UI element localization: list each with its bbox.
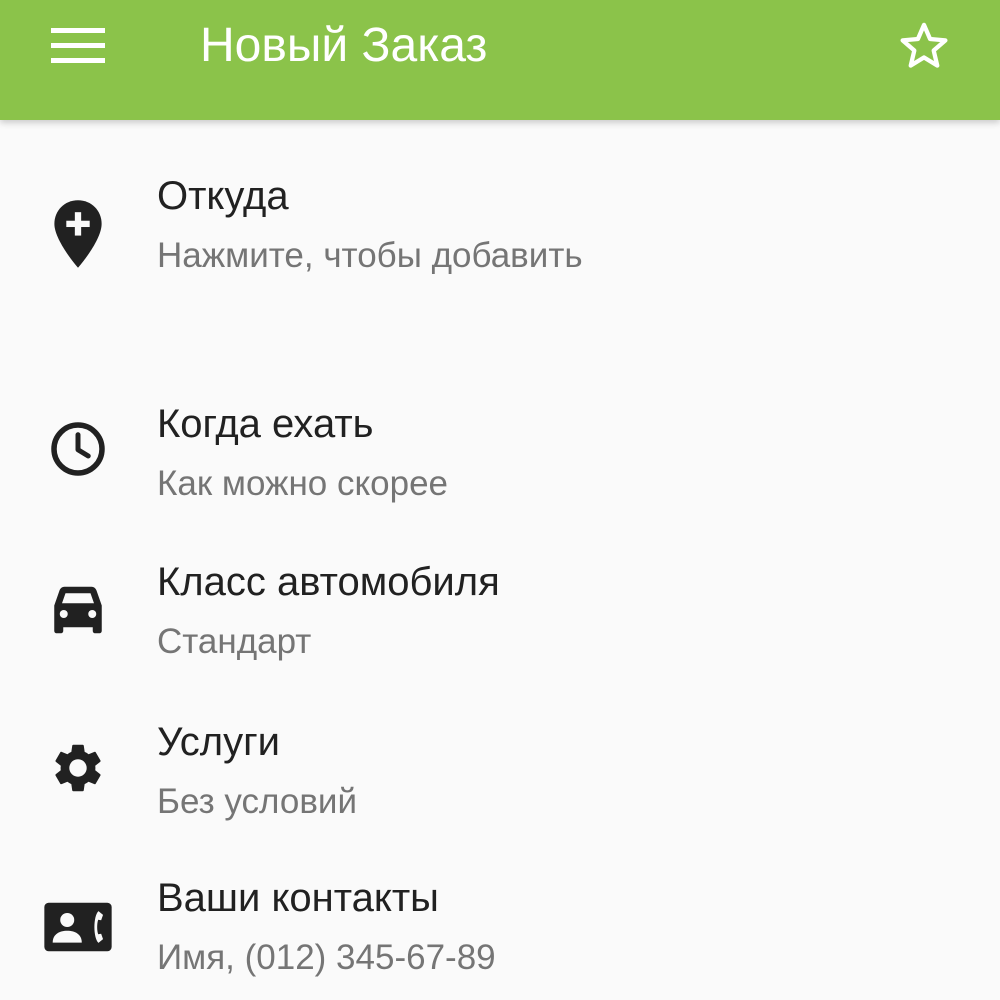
page-title: Новый Заказ — [200, 19, 488, 72]
contacts-item[interactable]: Ваши контакты Имя, (012) 345-67-89 — [0, 866, 1000, 1000]
departure-time-item[interactable]: Когда ехать Как можно скорее — [0, 390, 1000, 520]
new-order-screen: Новый Заказ Откуда Нажмите, чтобы добави… — [0, 0, 1000, 1000]
favorite-button[interactable] — [888, 12, 960, 80]
menu-icon — [51, 28, 105, 63]
add-location-icon — [40, 196, 116, 272]
contacts-value: Имя, (012) 345-67-89 — [157, 938, 496, 977]
car-class-item[interactable]: Класс автомобиля Стандарт — [0, 548, 1000, 678]
pickup-location-value: Нажмите, чтобы добавить — [157, 236, 583, 275]
car-class-value: Стандарт — [157, 622, 312, 661]
gear-icon — [40, 730, 116, 806]
star-outline-icon — [900, 22, 948, 68]
order-form: Откуда Нажмите, чтобы добавить Когда еха… — [0, 120, 1000, 1000]
services-item[interactable]: Услуги Без условий — [0, 708, 1000, 838]
app-bar: Новый Заказ — [0, 0, 1000, 120]
car-icon — [40, 572, 116, 648]
contact-phone-icon — [40, 889, 116, 965]
pickup-location-label: Откуда — [157, 174, 289, 218]
contacts-label: Ваши контакты — [157, 876, 439, 920]
car-class-label: Класс автомобиля — [157, 560, 500, 604]
services-label: Услуги — [157, 720, 281, 764]
departure-time-label: Когда ехать — [157, 402, 374, 446]
pickup-location-item[interactable]: Откуда Нажмите, чтобы добавить — [0, 160, 1000, 310]
services-value: Без условий — [157, 782, 358, 821]
departure-time-value: Как можно скорее — [157, 464, 449, 503]
clock-icon — [40, 411, 116, 487]
menu-button[interactable] — [38, 14, 118, 78]
